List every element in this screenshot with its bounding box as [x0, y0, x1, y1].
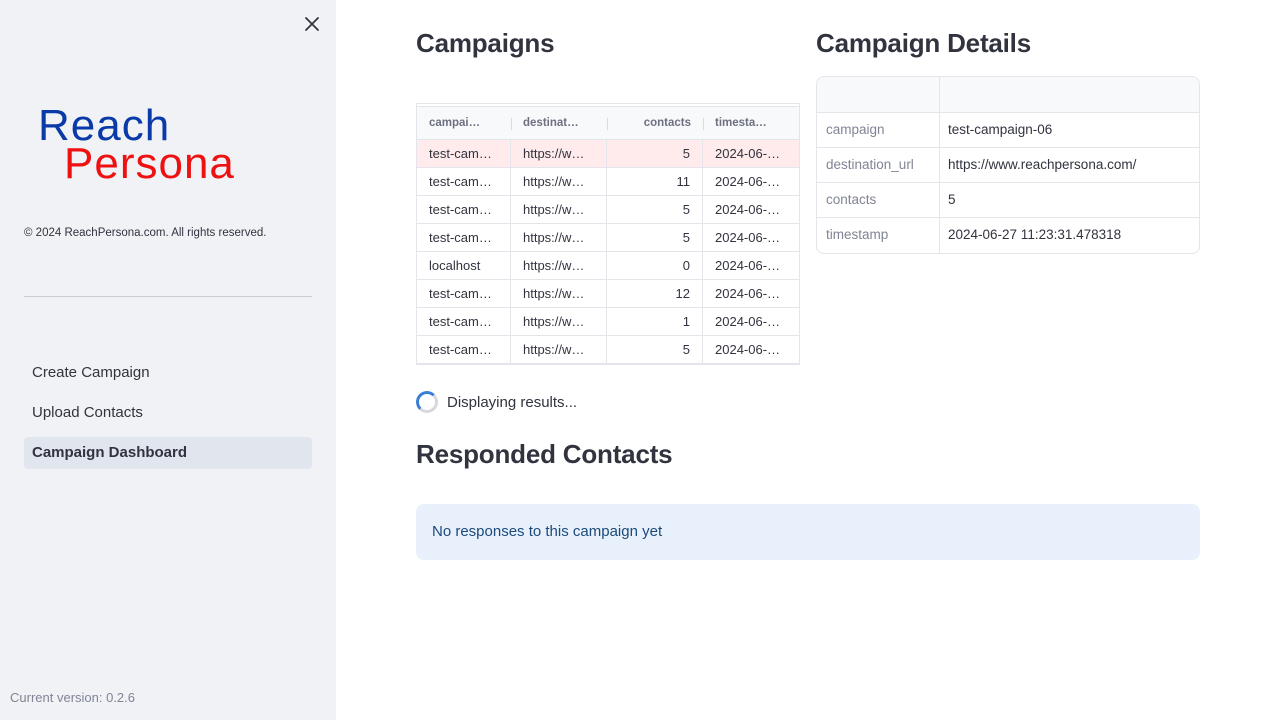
cell-contacts[interactable]: 5: [607, 336, 703, 363]
campaign-details-heading: Campaign Details: [816, 28, 1031, 58]
cell-campaign[interactable]: test-camp…: [417, 336, 511, 363]
column-header-destination[interactable]: destinat…: [511, 107, 607, 139]
table-row[interactable]: test-camp… https://w… 5 2024-06-2…: [417, 336, 799, 364]
cell-timestamp[interactable]: 2024-06-2…: [703, 336, 799, 363]
campaign-details-table: campaign test-campaign-06 destination_ur…: [816, 76, 1200, 254]
details-row: destination_url https://www.reachpersona…: [817, 148, 1199, 183]
sidebar-divider: [24, 296, 312, 297]
cell-contacts[interactable]: 5: [607, 140, 703, 167]
cell-destination[interactable]: https://w…: [511, 280, 607, 307]
nav-create-campaign[interactable]: Create Campaign: [24, 357, 312, 389]
table-body: test-camp… https://w… 5 2024-06-2… test-camp…: [417, 140, 799, 364]
nav-upload-contacts[interactable]: Upload Contacts: [24, 397, 312, 429]
cell-destination[interactable]: https://w…: [511, 140, 607, 167]
details-key: destination_url: [817, 148, 940, 182]
table-row[interactable]: test-camp… https://w… 1 2024-06-2…: [417, 308, 799, 336]
table-row[interactable]: test-camp… https://w… 12 2024-06-2…: [417, 280, 799, 308]
campaigns-table[interactable]: campai… destinat… contacts timesta… test…: [416, 103, 800, 365]
cell-contacts[interactable]: 0: [607, 252, 703, 279]
cell-campaign[interactable]: test-camp…: [417, 308, 511, 335]
details-header-key: [817, 77, 940, 112]
cell-timestamp[interactable]: 2024-06-2…: [703, 224, 799, 251]
campaigns-heading: Campaigns: [416, 28, 555, 58]
details-header-value: [940, 77, 1199, 112]
status-indicator: Displaying results...: [416, 391, 577, 413]
column-header-timestamp[interactable]: timesta…: [703, 107, 799, 139]
cell-campaign[interactable]: test-camp…: [417, 140, 511, 167]
cell-campaign[interactable]: test-camp…: [417, 224, 511, 251]
sidebar: Reach Persona © 2024 ReachPersona.com. A…: [0, 0, 336, 720]
cell-destination[interactable]: https://w…: [511, 196, 607, 223]
cell-timestamp[interactable]: 2024-06-2…: [703, 196, 799, 223]
cell-campaign[interactable]: localhost: [417, 252, 511, 279]
details-key: timestamp: [817, 218, 940, 253]
cell-contacts[interactable]: 1: [607, 308, 703, 335]
table-row[interactable]: test-camp… https://w… 11 2024-06-2…: [417, 168, 799, 196]
loading-spinner-icon: [416, 391, 438, 413]
cell-contacts[interactable]: 5: [607, 224, 703, 251]
column-header-contacts[interactable]: contacts: [607, 107, 703, 139]
details-row: contacts 5: [817, 183, 1199, 218]
details-value: 5: [948, 192, 956, 207]
cell-campaign[interactable]: test-camp…: [417, 280, 511, 307]
table-row[interactable]: test-camp… https://w… 5 2024-06-2…: [417, 140, 799, 168]
details-key: contacts: [817, 183, 940, 217]
version-text: Current version: 0.2.6: [10, 690, 136, 705]
cell-contacts[interactable]: 5: [607, 196, 703, 223]
responded-contacts-heading: Responded Contacts: [416, 439, 673, 469]
logo-persona: Persona: [64, 139, 235, 186]
cell-destination[interactable]: https://w…: [511, 308, 607, 335]
details-row: campaign test-campaign-06: [817, 113, 1199, 148]
close-icon: [305, 17, 319, 31]
sidebar-nav: Create Campaign Upload Contacts Campaign…: [24, 357, 312, 477]
nav-campaign-dashboard[interactable]: Campaign Dashboard: [24, 437, 312, 469]
cell-timestamp[interactable]: 2024-06-2…: [703, 280, 799, 307]
cell-timestamp[interactable]: 2024-06-2…: [703, 252, 799, 279]
status-text: Displaying results...: [447, 393, 578, 411]
cell-timestamp[interactable]: 2024-06-2…: [703, 140, 799, 167]
cell-destination[interactable]: https://w…: [511, 252, 607, 279]
details-header-row: [817, 77, 1199, 113]
cell-destination[interactable]: https://w…: [511, 224, 607, 251]
table-row[interactable]: localhost https://w… 0 2024-06-2…: [417, 252, 799, 280]
cell-destination[interactable]: https://w…: [511, 336, 607, 363]
details-row: timestamp 2024-06-27 11:23:31.478318: [817, 218, 1199, 253]
table-header: campai… destinat… contacts timesta…: [417, 107, 799, 140]
reachpersona-logo: Reach Persona: [36, 100, 300, 188]
cell-campaign[interactable]: test-camp…: [417, 196, 511, 223]
details-value: test-campaign-06: [948, 122, 1053, 137]
details-key: campaign: [817, 113, 940, 147]
no-responses-alert: No responses to this campaign yet: [416, 504, 1200, 560]
cell-contacts[interactable]: 12: [607, 280, 703, 307]
copyright-text: © 2024 ReachPersona.com. All rights rese…: [24, 227, 267, 239]
cell-destination[interactable]: https://w…: [511, 168, 607, 195]
table-row[interactable]: test-camp… https://w… 5 2024-06-2…: [417, 196, 799, 224]
cell-campaign[interactable]: test-camp…: [417, 168, 511, 195]
details-value: 2024-06-27 11:23:31.478318: [948, 227, 1122, 242]
table-row[interactable]: test-camp… https://w… 5 2024-06-2…: [417, 224, 799, 252]
details-value: https://www.reachpersona.com/: [948, 157, 1137, 172]
close-sidebar-button[interactable]: [302, 14, 322, 34]
column-header-campaign[interactable]: campai…: [417, 107, 511, 139]
cell-contacts[interactable]: 11: [607, 168, 703, 195]
cell-timestamp[interactable]: 2024-06-2…: [703, 168, 799, 195]
cell-timestamp[interactable]: 2024-06-2…: [703, 308, 799, 335]
